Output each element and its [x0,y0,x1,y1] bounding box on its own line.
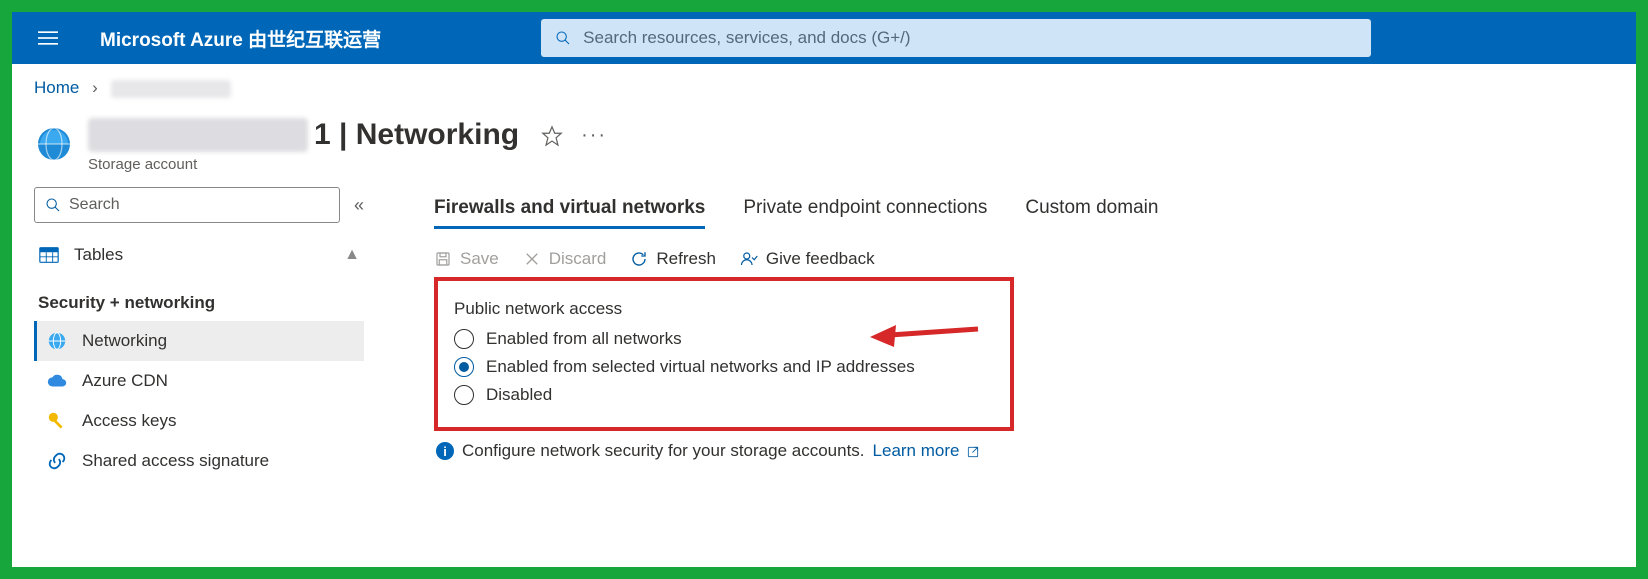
sidebar-item-networking[interactable]: Networking [34,321,364,361]
radio-option-disabled[interactable]: Disabled [454,385,994,405]
tab-bar: Firewalls and virtual networks Private e… [434,191,1614,229]
sidebar-item-label: Access keys [82,411,176,431]
favorite-star-icon[interactable] [541,125,563,147]
page-header: 1 | Networking Storage account ··· [12,106,1636,181]
global-search-input[interactable] [583,28,1357,48]
sidebar-item-label: Shared access signature [82,451,269,471]
search-icon [555,30,571,46]
sidebar-item-access-keys[interactable]: Access keys [34,401,364,441]
refresh-button[interactable]: Refresh [630,249,716,269]
radio-option-selected-networks[interactable]: Enabled from selected virtual networks a… [454,357,994,377]
link-icon [46,450,68,472]
command-bar: Save Discard Refresh Give feedback [434,249,1614,269]
external-link-icon [966,445,980,459]
radio-label: Disabled [486,385,552,405]
main-content: Firewalls and virtual networks Private e… [364,187,1614,481]
sidebar-item-azure-cdn[interactable]: Azure CDN [34,361,364,401]
resource-name-redacted [88,118,308,152]
info-icon: i [436,442,454,460]
globe-icon [46,330,68,352]
highlight-box: Public network access Enabled from all n… [434,277,1014,431]
sidebar-item-tables[interactable]: Tables [34,235,135,275]
tables-icon [38,244,60,266]
radio-icon [454,357,474,377]
cloud-icon [46,370,68,392]
radio-label: Enabled from all networks [486,329,682,349]
learn-more-link[interactable]: Learn more [873,441,981,461]
sidebar-item-label: Networking [82,331,167,351]
key-icon [46,410,68,432]
more-actions-button[interactable]: ··· [581,124,607,147]
discard-button[interactable]: Discard [523,249,607,269]
sidebar-item-label: Tables [74,245,123,265]
save-button[interactable]: Save [434,249,499,269]
sidebar-item-label: Azure CDN [82,371,168,391]
collapse-menu-button[interactable]: « [354,195,364,216]
search-icon [45,197,61,213]
resource-type-label: Storage account [88,156,519,173]
breadcrumb-resource-redacted [111,80,231,98]
global-search[interactable] [541,19,1371,57]
annotation-arrow-icon [870,317,980,349]
storage-account-icon [34,124,74,164]
menu-search-input[interactable] [69,196,329,214]
app-window: Microsoft Azure 由世纪互联运营 Home › 1 | Netwo… [12,12,1636,567]
tab-private-endpoint[interactable]: Private endpoint connections [743,191,987,229]
sidebar-item-sas[interactable]: Shared access signature [34,441,364,481]
top-bar: Microsoft Azure 由世纪互联运营 [12,12,1636,64]
hamburger-button[interactable] [26,16,70,60]
info-text: Configure network security for your stor… [462,441,865,461]
scroll-up-icon[interactable]: ▲ [344,246,360,264]
feedback-icon [740,250,758,268]
save-icon [434,250,452,268]
refresh-icon [630,250,648,268]
feedback-button[interactable]: Give feedback [740,249,875,269]
tab-custom-domain[interactable]: Custom domain [1025,191,1158,229]
breadcrumb-home[interactable]: Home [34,78,79,97]
radio-label: Enabled from selected virtual networks a… [486,357,915,377]
close-icon [523,250,541,268]
page-title: 1 | Networking [88,118,519,152]
section-title: Public network access [454,299,994,319]
breadcrumb: Home › [12,64,1636,106]
tab-firewalls[interactable]: Firewalls and virtual networks [434,191,705,229]
info-message: i Configure network security for your st… [436,441,1614,461]
menu-search[interactable] [34,187,340,223]
resource-menu: « Tables ▲ Security + networking Network… [34,187,364,481]
radio-icon [454,329,474,349]
brand-label: Microsoft Azure 由世纪互联运营 [100,25,381,52]
radio-icon [454,385,474,405]
hamburger-icon [38,28,58,48]
chevron-right-icon: › [92,78,98,97]
sidebar-group-security: Security + networking [34,275,364,321]
